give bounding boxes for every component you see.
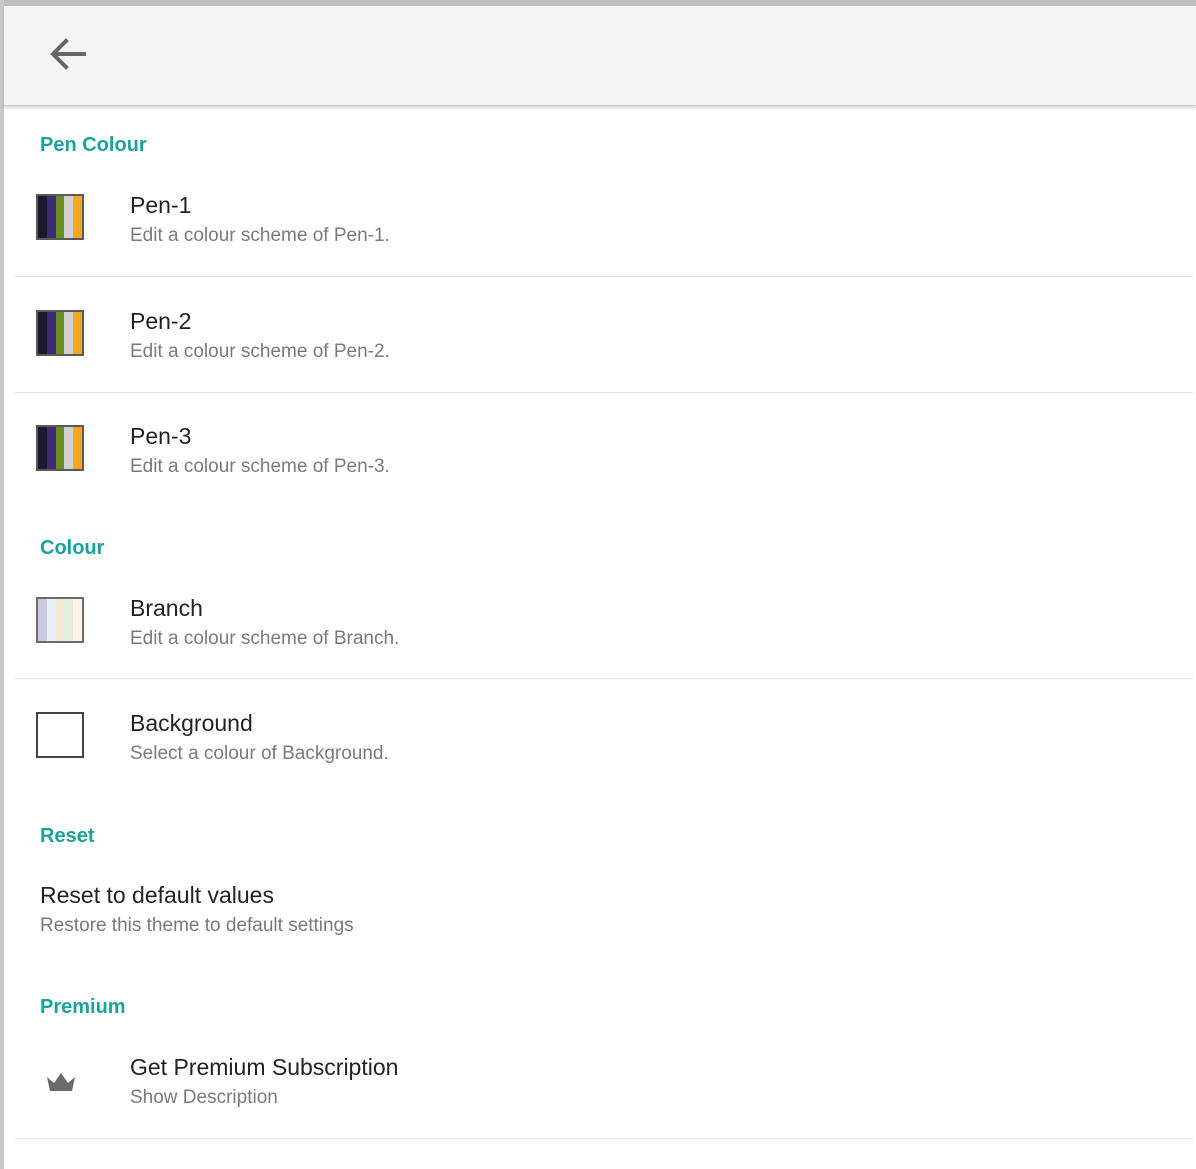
background-colour-swatch — [36, 712, 84, 758]
divider — [15, 392, 1193, 393]
branch-subtitle: Edit a colour scheme of Branch. — [130, 628, 400, 649]
pen-1-colour-swatch — [36, 194, 84, 240]
branch-title: Branch — [130, 595, 203, 621]
background-item[interactable]: Background Select a colour of Background… — [4, 700, 1196, 793]
divider — [15, 276, 1193, 277]
pen-2-colour-swatch — [36, 310, 84, 356]
pen-2-title: Pen-2 — [130, 308, 192, 334]
section-header-premium: Premium — [40, 996, 126, 1018]
pen-1-subtitle: Edit a colour scheme of Pen-1. — [130, 225, 390, 246]
divider — [15, 678, 1193, 679]
pen-3-colour-swatch — [36, 425, 84, 471]
pen-2-item[interactable]: Pen-2 Edit a colour scheme of Pen-2. — [4, 298, 1196, 391]
reset-title: Reset to default values — [40, 882, 274, 908]
pen-3-subtitle: Edit a colour scheme of Pen-3. — [130, 456, 390, 477]
background-subtitle: Select a colour of Background. — [130, 743, 389, 764]
crown-icon — [44, 1069, 78, 1095]
premium-subtitle: Show Description — [130, 1087, 278, 1108]
section-header-colour: Colour — [40, 537, 105, 559]
pen-3-item[interactable]: Pen-3 Edit a colour scheme of Pen-3. — [4, 413, 1196, 506]
section-header-pen-colour: Pen Colour — [40, 134, 147, 156]
reset-subtitle: Restore this theme to default settings — [40, 915, 354, 936]
branch-colour-swatch — [36, 597, 84, 643]
pen-1-title: Pen-1 — [130, 192, 192, 218]
premium-item[interactable]: Get Premium Subscription Show Descriptio… — [4, 1044, 1196, 1137]
back-button[interactable] — [38, 31, 98, 77]
pen-3-title: Pen-3 — [130, 423, 192, 449]
background-title: Background — [130, 710, 253, 736]
branch-item[interactable]: Branch Edit a colour scheme of Branch. — [4, 585, 1196, 678]
pen-2-subtitle: Edit a colour scheme of Pen-2. — [130, 341, 390, 362]
section-header-reset: Reset — [40, 825, 95, 847]
pen-1-item[interactable]: Pen-1 Edit a colour scheme of Pen-1. — [4, 182, 1196, 275]
app-bar — [4, 6, 1196, 106]
arrow-back-icon — [50, 38, 86, 70]
premium-title: Get Premium Subscription — [130, 1054, 399, 1080]
divider — [15, 1138, 1193, 1139]
reset-item[interactable]: Reset to default values Restore this the… — [4, 872, 1196, 952]
